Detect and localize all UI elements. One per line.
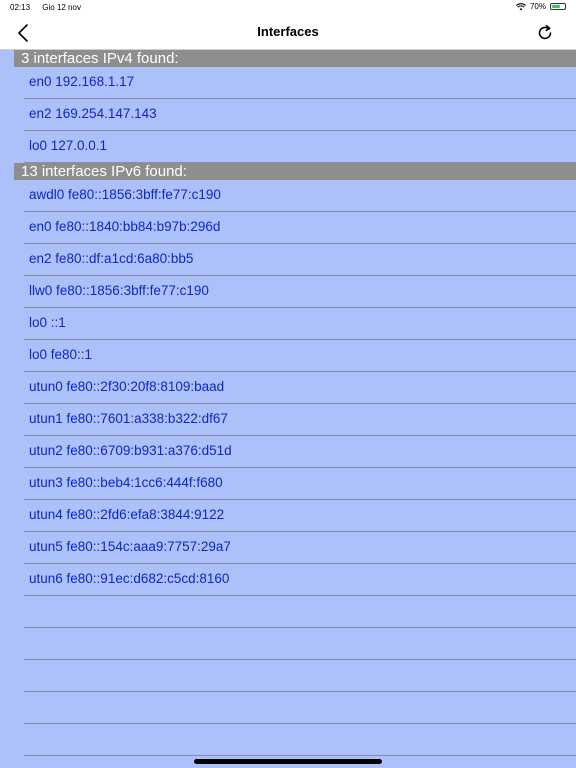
list-item[interactable]: lo0 127.0.0.1	[24, 131, 576, 163]
interface-address: llw0 fe80::1856:3bff:fe77:c190	[29, 283, 209, 298]
list-item[interactable]: utun1 fe80::7601:a338:b322:df67	[24, 404, 576, 436]
list-item[interactable]: awdl0 fe80::1856:3bff:fe77:c190	[24, 180, 576, 212]
section-header: 13 interfaces IPv6 found:	[14, 163, 576, 180]
list-item[interactable]: en2 169.254.147.143	[24, 99, 576, 131]
list-item[interactable]: en0 192.168.1.17	[24, 67, 576, 99]
battery-percent: 70%	[529, 2, 546, 11]
interface-address: en0 192.168.1.17	[29, 74, 135, 89]
list-item[interactable]: utun4 fe80::2fd6:efa8:3844:9122	[24, 500, 576, 532]
status-date: Gio 12 nov	[42, 3, 81, 12]
interface-address: utun1 fe80::7601:a338:b322:df67	[29, 411, 228, 426]
refresh-icon[interactable]	[536, 24, 554, 42]
status-right: 70%	[515, 2, 566, 11]
interface-address: lo0 127.0.0.1	[29, 138, 108, 153]
section-header: 3 interfaces IPv4 found:	[14, 50, 576, 67]
list-item[interactable]: en0 fe80::1840:bb84:b97b:296d	[24, 212, 576, 244]
interface-address: lo0 fe80::1	[29, 347, 93, 362]
list-item[interactable]: lo0 fe80::1	[24, 340, 576, 372]
empty-row	[24, 692, 576, 724]
interface-address: utun3 fe80::beb4:1cc6:444f:f680	[29, 475, 223, 490]
status-time: 02:13	[10, 3, 31, 12]
status-left: 02:13 Gio 12 nov	[10, 3, 81, 12]
interface-address: utun5 fe80::154c:aaa9:7757:29a7	[29, 539, 231, 554]
interface-address: utun4 fe80::2fd6:efa8:3844:9122	[29, 507, 225, 522]
interface-address: en0 fe80::1840:bb84:b97b:296d	[29, 219, 221, 234]
interface-address: utun6 fe80::91ec:d682:c5cd:8160	[29, 571, 230, 586]
list-item[interactable]: lo0 ::1	[24, 308, 576, 340]
empty-row	[24, 660, 576, 692]
empty-row	[24, 724, 576, 756]
list-item[interactable]: en2 fe80::df:a1cd:6a80:bb5	[24, 244, 576, 276]
interface-address: lo0 ::1	[29, 315, 66, 330]
interface-address: en2 169.254.147.143	[29, 106, 157, 121]
battery-level	[552, 5, 560, 8]
interface-address: utun0 fe80::2f30:20f8:8109:baad	[29, 379, 225, 394]
interfaces-list: 3 interfaces IPv4 found: en0 192.168.1.17…	[0, 50, 576, 756]
list-item[interactable]: utun6 fe80::91ec:d682:c5cd:8160	[24, 564, 576, 596]
wifi-icon	[515, 2, 526, 10]
battery-icon	[550, 3, 566, 10]
navigation-bar: Interfaces	[0, 16, 576, 50]
home-indicator[interactable]	[194, 759, 382, 764]
list-item[interactable]: utun2 fe80::6709:b931:a376:d51d	[24, 436, 576, 468]
list-item[interactable]: utun0 fe80::2f30:20f8:8109:baad	[24, 372, 576, 404]
list-item[interactable]: utun3 fe80::beb4:1cc6:444f:f680	[24, 468, 576, 500]
interface-address: en2 fe80::df:a1cd:6a80:bb5	[29, 251, 194, 266]
status-bar: 02:13 Gio 12 nov 70%	[0, 0, 576, 16]
interface-address: awdl0 fe80::1856:3bff:fe77:c190	[29, 187, 221, 202]
list-item[interactable]: utun5 fe80::154c:aaa9:7757:29a7	[24, 532, 576, 564]
empty-row	[24, 596, 576, 628]
empty-row	[24, 628, 576, 660]
page-title: Interfaces	[257, 24, 319, 39]
list-item[interactable]: llw0 fe80::1856:3bff:fe77:c190	[24, 276, 576, 308]
interface-address: utun2 fe80::6709:b931:a376:d51d	[29, 443, 232, 458]
